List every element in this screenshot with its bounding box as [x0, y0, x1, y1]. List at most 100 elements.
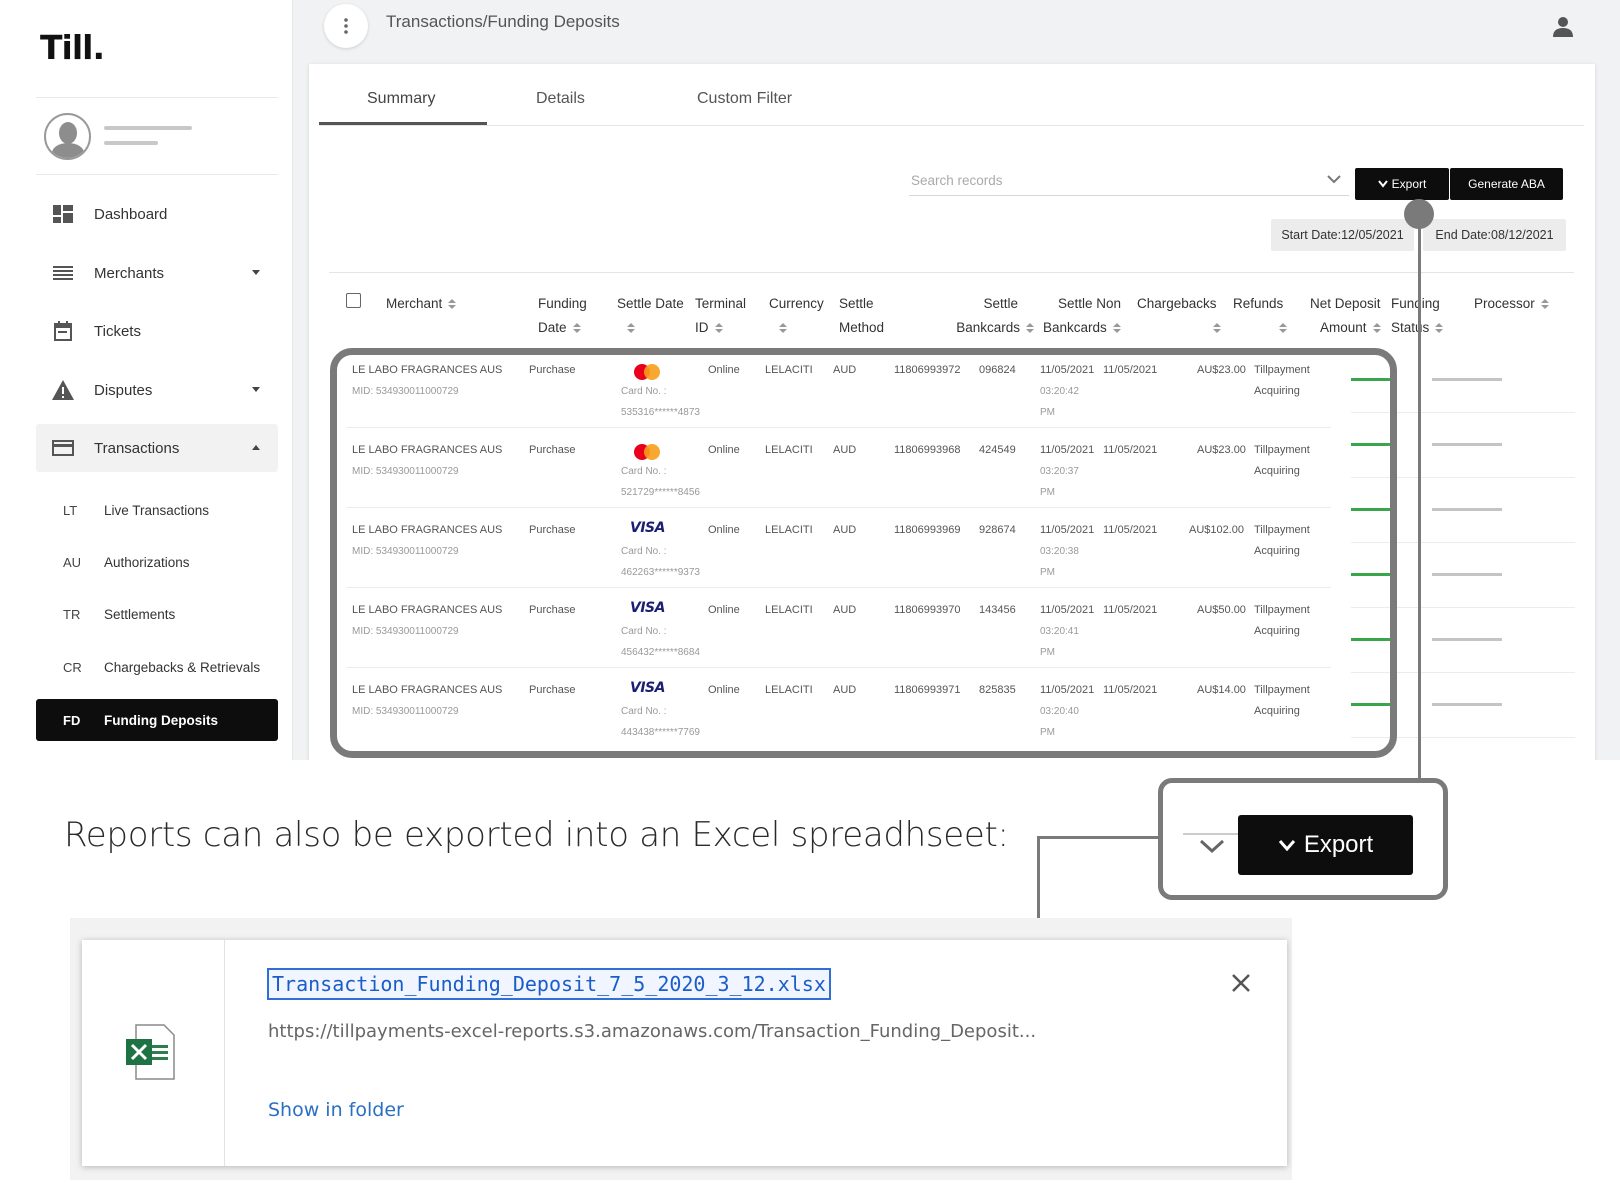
tab-bar: Summary Details Custom Filter	[319, 64, 1584, 126]
chevron-down-icon	[1278, 840, 1295, 851]
select-all-checkbox[interactable]	[346, 293, 361, 308]
sort-icon	[1213, 323, 1221, 334]
processor-placeholder	[1432, 703, 1502, 706]
col-label: Settle	[839, 296, 874, 311]
sort-icon	[448, 299, 457, 310]
col-refunds[interactable]: Refunds	[1233, 292, 1287, 340]
processor-placeholder	[1432, 508, 1502, 511]
user-account-icon[interactable]	[1552, 16, 1574, 38]
subitem-label: Funding Deposits	[104, 712, 218, 728]
export-zoom-callout: Export	[1158, 778, 1448, 900]
col-settle-date[interactable]: Settle Date	[617, 292, 684, 340]
till-logo[interactable]: Till.	[40, 28, 105, 67]
col-terminal-id[interactable]: Terminal ID	[695, 292, 746, 340]
callout-connector	[1418, 214, 1421, 782]
col-label: Processor	[1474, 296, 1535, 311]
sort-icon	[1372, 323, 1381, 334]
user-profile[interactable]	[36, 97, 278, 175]
sidebar-item-label: Dashboard	[94, 205, 168, 223]
col-label: Chargebacks	[1137, 296, 1217, 311]
col-processor[interactable]: Processor	[1474, 292, 1549, 316]
generate-aba-button[interactable]: Generate ABA	[1450, 168, 1563, 200]
col-label: Settle Date	[617, 296, 684, 311]
sidebar-item-label: Merchants	[94, 264, 165, 282]
sidebar-item-label: Disputes	[94, 381, 153, 399]
sidebar-item-merchants[interactable]: Merchants	[36, 249, 278, 297]
sidebar-item-dashboard[interactable]: Dashboard	[36, 190, 278, 238]
start-date-filter[interactable]: Start Date:12/05/2021	[1271, 219, 1414, 251]
col-label: Net Deposit	[1310, 296, 1381, 311]
download-url: https://tillpayments-excel-reports.s3.am…	[268, 1021, 1037, 1042]
col-funding-date[interactable]: Funding Date	[538, 292, 587, 340]
chevron-down-icon	[1377, 180, 1388, 188]
tab-summary[interactable]: Summary	[367, 90, 435, 108]
close-icon[interactable]	[1229, 971, 1253, 995]
col-currency[interactable]: Currency	[769, 292, 824, 340]
sidebar-subitem-chargebacks[interactable]: CR Chargebacks & Retrievals	[36, 646, 278, 688]
processor-placeholder	[1432, 378, 1502, 381]
callout-dot	[1404, 199, 1434, 229]
col-label: Funding	[538, 296, 587, 311]
card-icon	[52, 437, 74, 459]
col-settle-bankcards[interactable]: Settle Bankcards	[944, 292, 1034, 340]
avatar[interactable]	[44, 113, 91, 160]
sidebar-item-disputes[interactable]: Disputes	[36, 366, 278, 414]
col-label: Terminal	[695, 296, 747, 311]
subitem-label: Chargebacks & Retrievals	[104, 659, 261, 675]
sidebar-subitem-live-transactions[interactable]: LT Live Transactions	[36, 489, 278, 531]
active-tab-indicator	[319, 122, 487, 125]
show-in-folder-link[interactable]: Show in folder	[268, 1099, 404, 1121]
col-label: ID	[695, 320, 709, 335]
caret-down-icon	[252, 387, 260, 392]
col-label: Merchant	[386, 296, 443, 311]
sidebar-subitem-settlements[interactable]: TR Settlements	[36, 593, 278, 635]
col-label: Status	[1391, 320, 1430, 335]
list-icon	[52, 262, 74, 284]
export-button-zoomed[interactable]: Export	[1238, 815, 1413, 875]
calendar-icon	[52, 320, 74, 342]
col-settle-method[interactable]: Settle Method	[839, 292, 884, 340]
col-label: Bankcards	[1043, 320, 1107, 335]
col-merchant[interactable]: Merchant	[386, 292, 457, 316]
sidebar-item-tickets[interactable]: Tickets	[36, 307, 278, 355]
warning-icon	[52, 379, 74, 401]
col-label: Date	[538, 320, 567, 335]
caption-text: Reports can also be exported into an Exc…	[64, 815, 1009, 855]
subitem-abbr: CR	[63, 659, 82, 675]
col-settle-non-bankcards[interactable]: Settle Non Bankcards	[1043, 292, 1121, 340]
col-net-deposit[interactable]: Net Deposit Amount	[1310, 292, 1381, 340]
processor-placeholder	[1432, 443, 1502, 446]
header-divider	[329, 272, 1574, 273]
subitem-abbr: LT	[63, 502, 78, 518]
sort-icon	[1279, 323, 1287, 334]
sort-icon	[572, 323, 581, 334]
tab-custom-filter[interactable]: Custom Filter	[697, 90, 792, 108]
sidebar-item-transactions[interactable]: Transactions	[36, 424, 278, 472]
rows-highlight-callout	[330, 348, 1397, 758]
search-placeholder: Search records	[911, 173, 1003, 188]
tab-details[interactable]: Details	[536, 90, 585, 108]
sidebar-subitem-authorizations[interactable]: AU Authorizations	[36, 541, 278, 583]
sort-icon	[1026, 323, 1034, 334]
more-vert-icon	[344, 18, 348, 34]
dashboard-icon	[52, 203, 74, 225]
chevron-down-icon	[1199, 839, 1225, 854]
end-date-filter[interactable]: End Date:08/12/2021	[1423, 219, 1566, 251]
search-input[interactable]: Search records	[909, 166, 1349, 196]
more-menu-button[interactable]	[324, 4, 368, 48]
sort-icon	[714, 323, 723, 334]
callout-connector	[1037, 836, 1158, 839]
col-label: Amount	[1320, 320, 1367, 335]
subitem-abbr: AU	[63, 554, 82, 570]
sidebar-subitem-funding-deposits[interactable]: FD Funding Deposits	[36, 699, 278, 741]
col-label: Currency	[769, 296, 824, 311]
processor-placeholder	[1432, 638, 1502, 641]
col-label: Method	[839, 320, 885, 335]
download-filename[interactable]: Transaction_Funding_Deposit_7_5_2020_3_1…	[267, 968, 831, 1000]
export-button[interactable]: Export	[1355, 168, 1449, 200]
processor-placeholder	[1432, 573, 1502, 576]
caret-down-icon	[252, 270, 260, 275]
col-chargebacks[interactable]: Chargebacks	[1137, 292, 1221, 340]
sidebar-item-label: Tickets	[94, 322, 141, 340]
caret-up-icon	[252, 445, 260, 450]
